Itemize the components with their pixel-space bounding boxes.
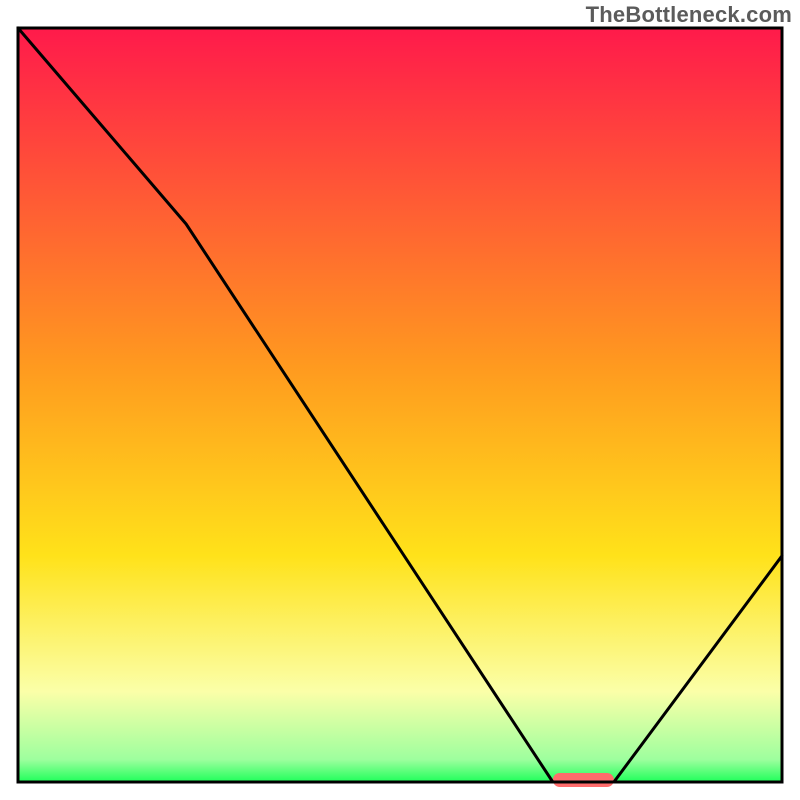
bottleneck-chart	[0, 0, 800, 800]
chart-stage: TheBottleneck.com	[0, 0, 800, 800]
optimal-marker	[553, 773, 614, 787]
gradient-background	[18, 28, 782, 782]
